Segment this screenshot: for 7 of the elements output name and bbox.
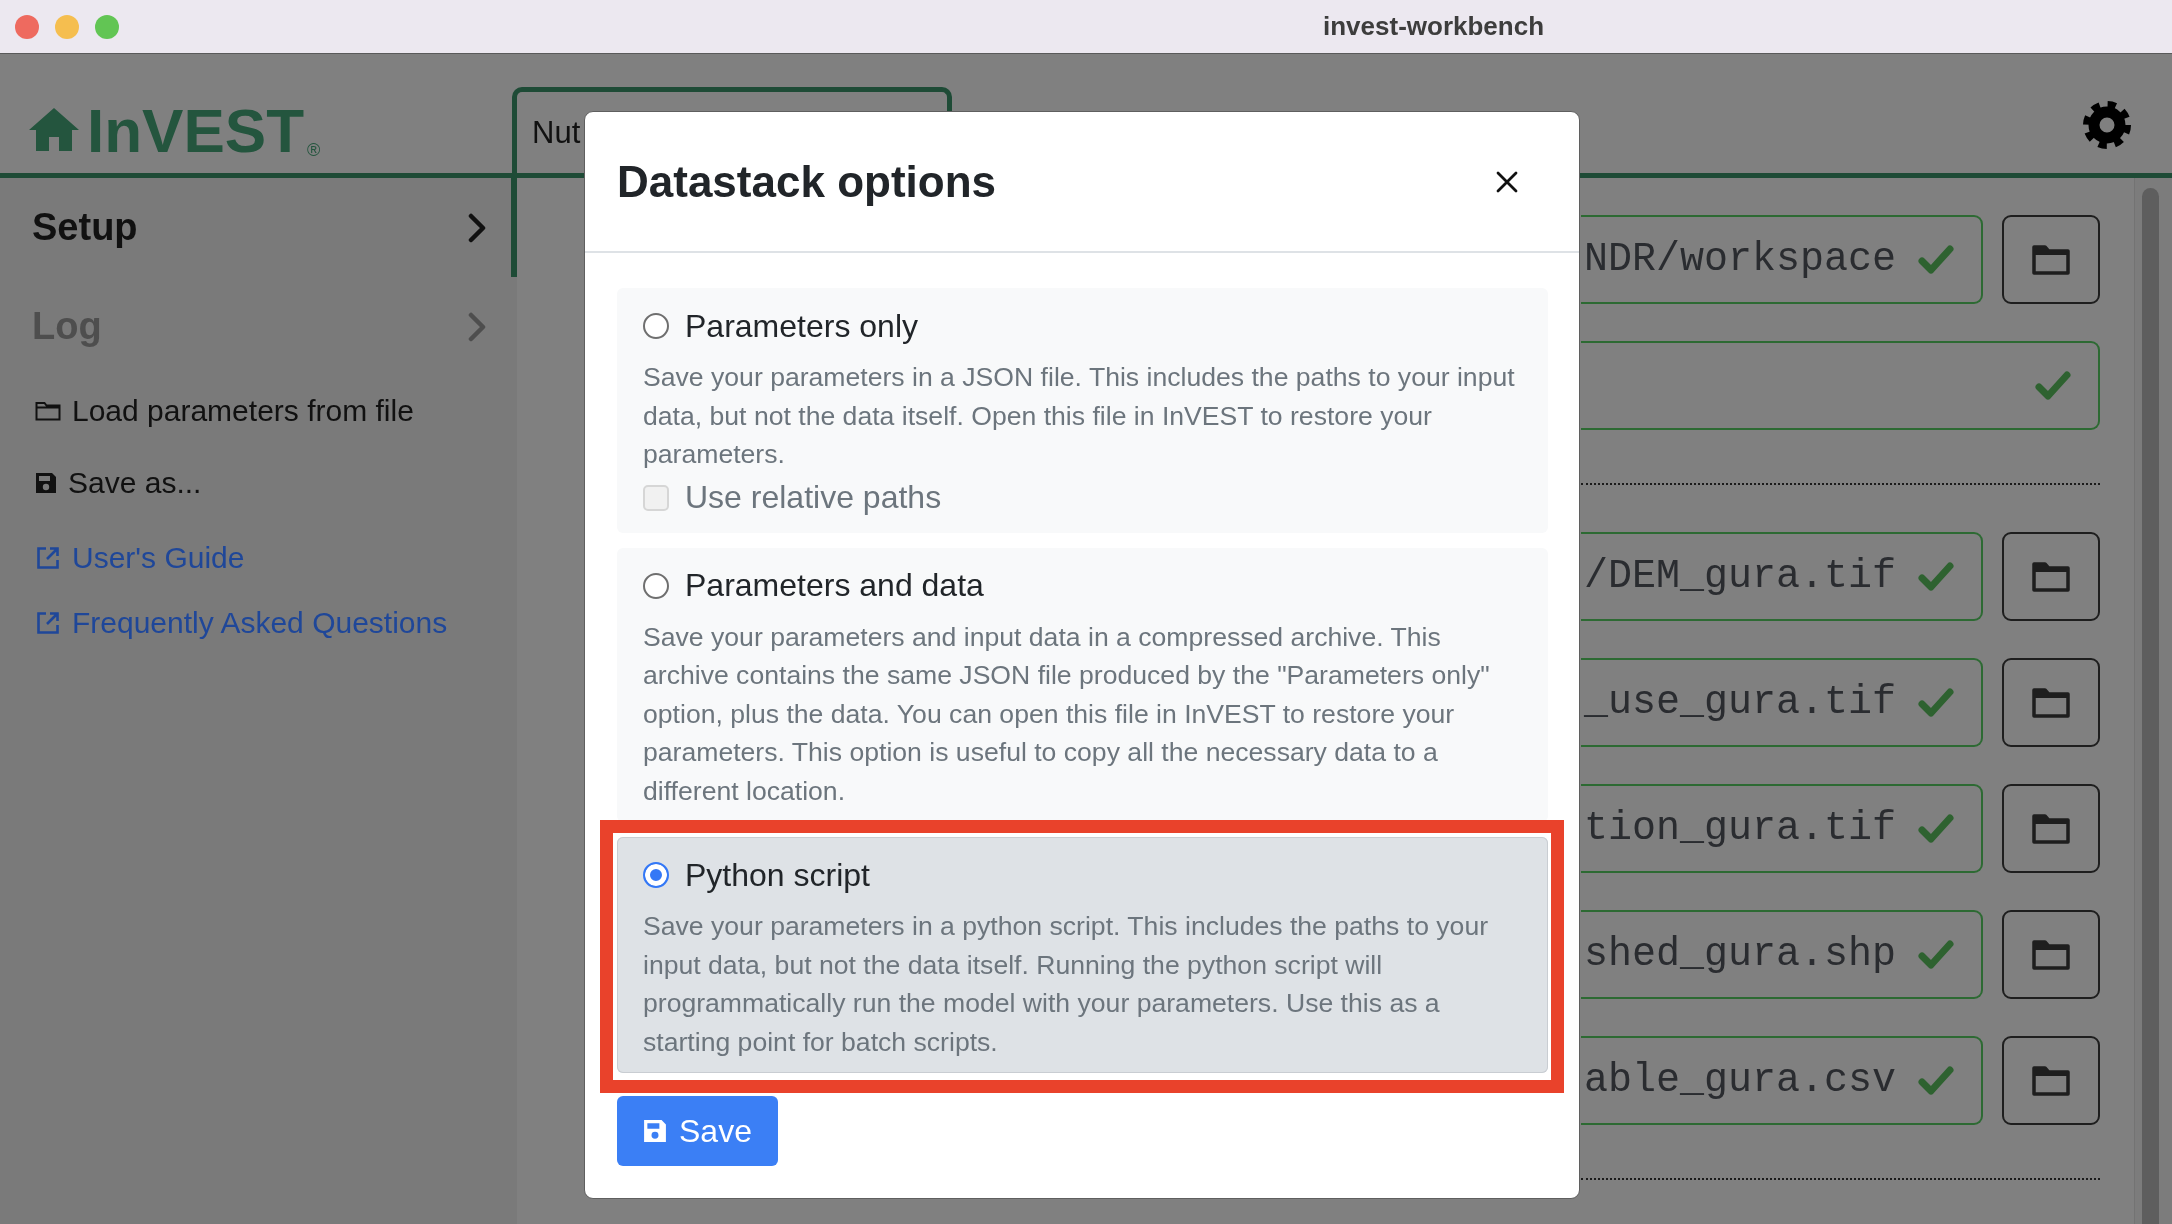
modal-title: Datastack options: [617, 156, 996, 207]
option-description: Save your parameters in a JSON file. This includes the paths to your input data, but not the data itself. Open this file in InVEST to restore your parameters.: [643, 361, 1516, 471]
app-logo: InVEST: [87, 100, 305, 162]
window-title: invest-workbench: [1323, 11, 1545, 42]
option-description: Save your parameters and input data in a compressed archive. This archive contains the same JSON file produced by the "Parameters only" option, plus the data. You can open this file in InVEST to restore your parameters. This option is useful to copy all the necessary data to a different location.: [643, 620, 1491, 808]
registered-mark: ®: [307, 141, 321, 159]
option-description: Save your parameters in a python script. This includes the paths to your input data, but not the data itself. Running the python script will programmatically run the model with your parameters. Use this as a starting point for batch scripts.: [643, 910, 1490, 1059]
